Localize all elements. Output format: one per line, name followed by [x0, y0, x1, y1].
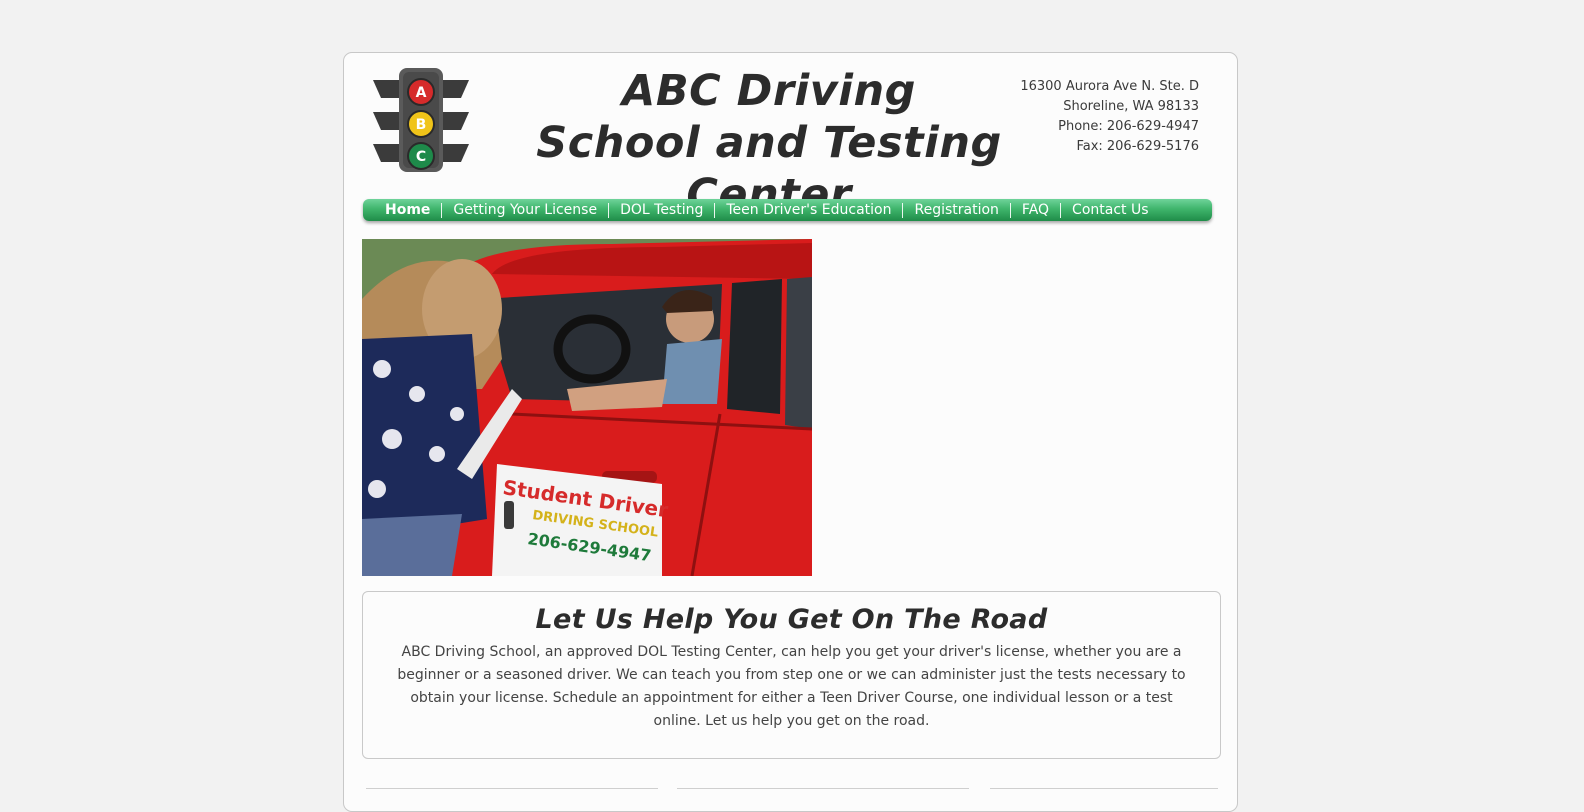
logo-letter-a: A [416, 85, 427, 101]
nav-item-home[interactable]: Home [374, 202, 441, 218]
logo-letter-b: B [416, 117, 427, 133]
logo-letter-c: C [416, 149, 426, 165]
contact-info: 16300 Aurora Ave N. Ste. D Shoreline, WA… [1020, 77, 1199, 157]
hero-photo: Student Driver DRIVING SCHOOL 206-629-49… [362, 239, 812, 576]
fax-number: Fax: 206-629-5176 [1076, 139, 1199, 154]
intro-section: Let Us Help You Get On The Road ABC Driv… [362, 591, 1221, 759]
address-line-1: 16300 Aurora Ave N. Ste. D [1020, 79, 1199, 94]
site-title: ABC Driving School and Testing Center [536, 66, 1002, 220]
intro-heading: Let Us Help You Get On The Road [535, 604, 1048, 635]
divider [990, 788, 1218, 789]
nav-item-faq[interactable]: FAQ [1009, 202, 1060, 218]
nav-item-contact-us[interactable]: Contact Us [1060, 202, 1159, 218]
nav-item-getting-your-license[interactable]: Getting Your License [441, 202, 608, 218]
nav-item-registration[interactable]: Registration [902, 202, 1009, 218]
nav-item-dol-testing[interactable]: DOL Testing [608, 202, 714, 218]
phone-number[interactable]: Phone: 206-629-4947 [1020, 117, 1199, 137]
page-container: A B C ABC Driving School and Testing Cen… [343, 52, 1238, 812]
divider [677, 788, 969, 789]
intro-body: ABC Driving School, an approved DOL Test… [397, 644, 1186, 729]
main-nav: Home Getting Your License DOL Testing Te… [363, 199, 1212, 221]
traffic-light-logo[interactable]: A B C [373, 66, 469, 174]
divider [366, 788, 658, 789]
address-line-2: Shoreline, WA 98133 [1063, 99, 1199, 114]
nav-item-teen-drivers-education[interactable]: Teen Driver's Education [714, 202, 902, 218]
